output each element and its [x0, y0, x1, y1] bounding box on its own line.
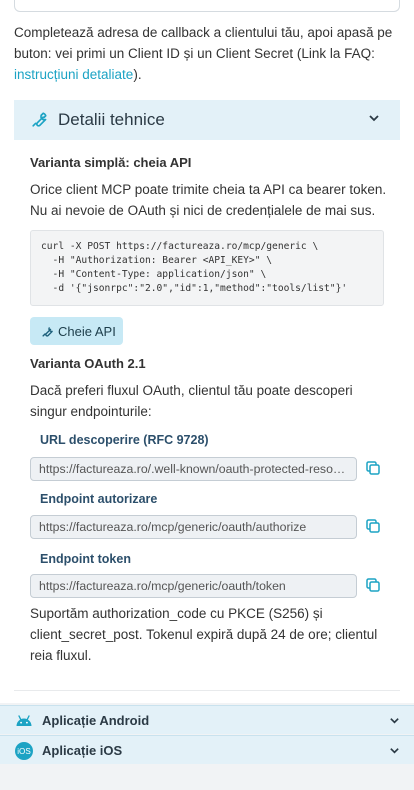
ios-icon: iOS — [15, 742, 33, 760]
chevron-down-icon — [369, 115, 379, 122]
discovery-url-label: URL descoperire (RFC 9728) — [40, 433, 209, 447]
token-endpoint-field[interactable] — [30, 574, 357, 598]
authorize-endpoint-label: Endpoint autorizare — [40, 492, 158, 506]
android-app-label: Aplicație Android — [42, 713, 150, 728]
svg-text:iOS: iOS — [17, 747, 31, 756]
technical-details-title: Detalii tehnice — [58, 110, 165, 129]
settings-card: Completează adresa de callback a clientu… — [0, 0, 414, 703]
divider — [14, 690, 400, 691]
curl-code-block: curl -X POST https://factureaza.ro/mcp/g… — [30, 230, 384, 306]
api-key-button-label: Cheie API — [58, 323, 116, 339]
ios-app-section[interactable]: iOS Aplicație iOS — [0, 735, 414, 764]
technical-details-header[interactable]: Detalii tehnice — [14, 100, 400, 140]
chevron-down-icon — [390, 748, 399, 754]
android-icon — [16, 715, 32, 726]
detailed-instructions-link[interactable]: instrucțiuni detaliate — [14, 67, 133, 82]
oauth-variant-heading: Varianta OAuth 2.1 — [30, 356, 146, 371]
api-key-button[interactable]: Cheie API — [30, 317, 123, 345]
oauth-variant-text: Dacă preferi fluxul OAuth, clientul tău … — [30, 383, 353, 419]
simple-variant-text: Orice client MCP poate trimite cheia ta … — [30, 182, 387, 218]
android-app-section[interactable]: Aplicație Android — [0, 705, 414, 734]
copy-icon[interactable] — [364, 576, 382, 594]
chevron-down-icon — [390, 718, 399, 724]
wrench-icon — [42, 326, 53, 337]
token-endpoint-label: Endpoint token — [40, 552, 131, 566]
authorize-endpoint-field[interactable] — [30, 515, 357, 539]
oauth-footer-text: Suportăm authorization_code cu PKCE (S25… — [30, 606, 378, 663]
copy-icon[interactable] — [364, 459, 382, 477]
simple-variant-heading: Varianta simplă: cheia API — [30, 155, 192, 170]
copy-icon[interactable] — [364, 517, 382, 535]
ios-app-label: Aplicație iOS — [42, 743, 123, 758]
previous-panel-edge — [14, 0, 400, 12]
discovery-url-field[interactable] — [30, 457, 357, 481]
wrench-icon — [32, 112, 47, 127]
intro-text: Completează adresa de callback a clientu… — [14, 25, 393, 82]
